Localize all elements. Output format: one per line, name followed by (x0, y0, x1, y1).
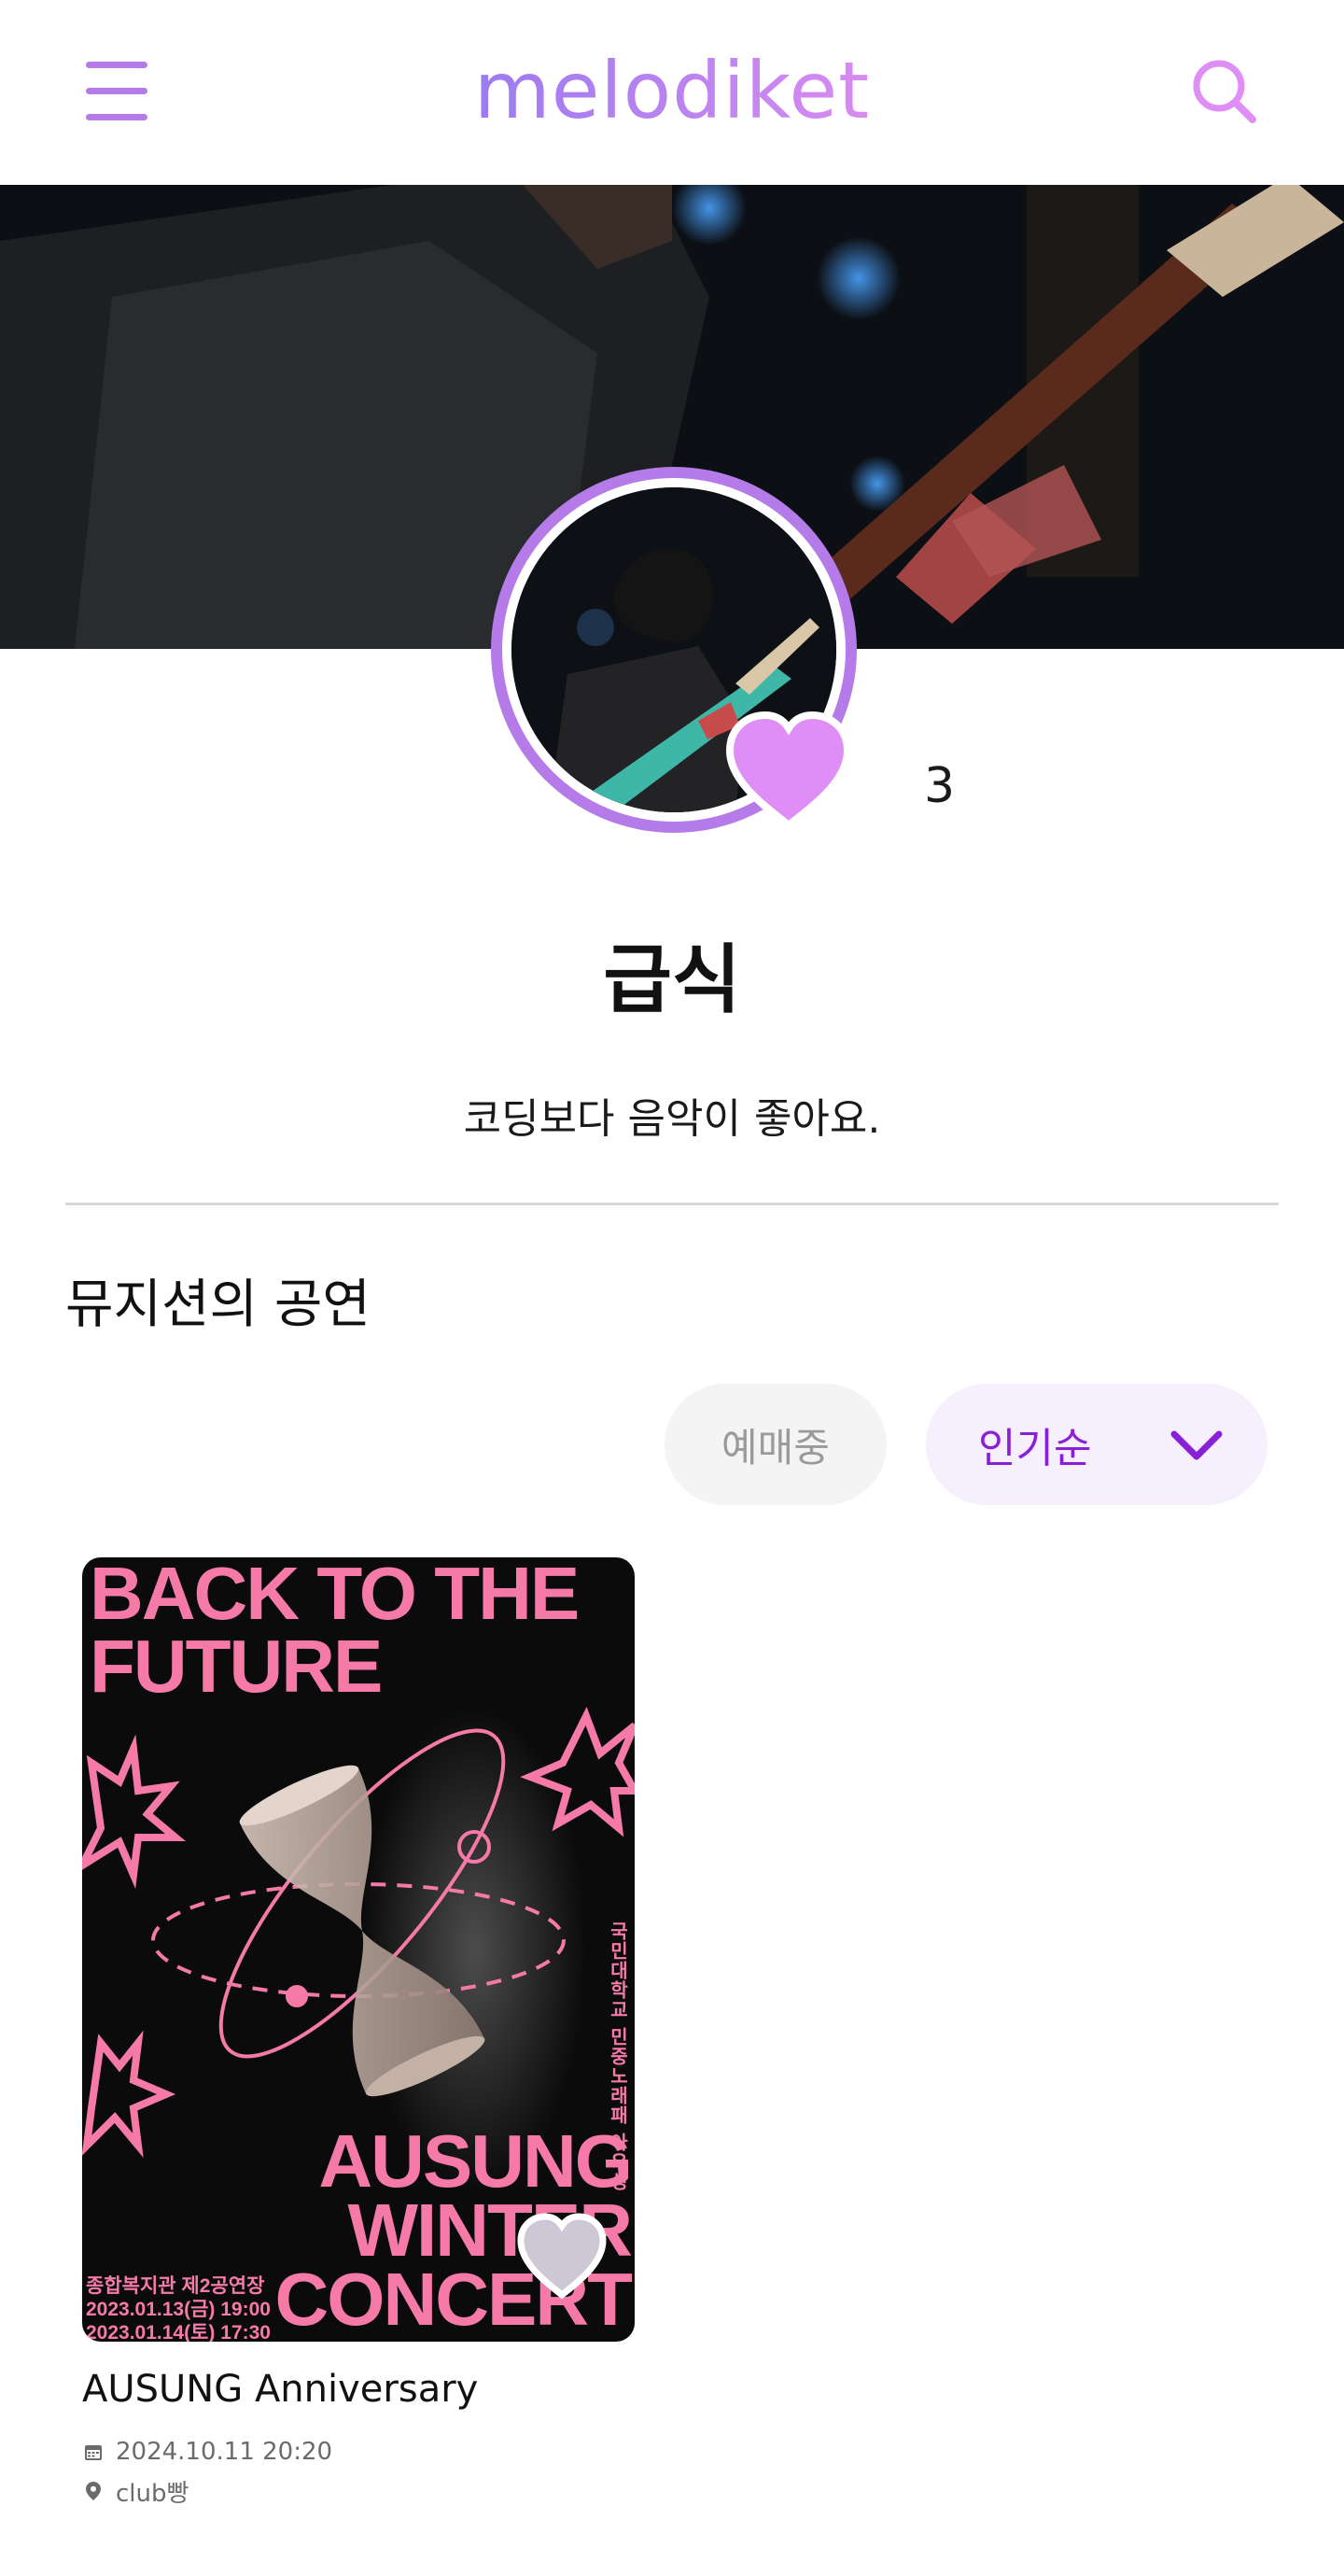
poster-info-line: 종합복지관 제2공연장 (86, 2275, 265, 2297)
divider (65, 1203, 1279, 1205)
poster-headline-line: BACK TO THE (90, 1557, 580, 1635)
artist-bio: 코딩보다 음악이 좋아요. (463, 1095, 881, 1143)
poster-concert-line: AUSUNG (318, 2119, 633, 2203)
sort-dropdown[interactable]: 인기순 (926, 1384, 1267, 1505)
poster-headline-line: FUTURE (90, 1625, 383, 1708)
search-icon[interactable] (1187, 54, 1262, 129)
status-filter-label: 예매중 (721, 1424, 830, 1471)
concert-venue-text: club빵 (116, 2479, 189, 2508)
concert-title[interactable]: AUSUNG Anniversary (82, 2368, 635, 2411)
app-header: melodiket (0, 0, 1344, 185)
section-title: 뮤지션의 공연 (65, 1274, 371, 1335)
like-count: 3 (924, 758, 956, 814)
poster-info-line: 2023.01.14(토) 17:30 (86, 2322, 271, 2342)
chevron-down-icon (1170, 1430, 1223, 1460)
sort-dropdown-label: 인기순 (978, 1425, 1092, 1472)
concert-poster[interactable]: BACK TO THE FUTURE 국민대학교 민중노래패 아우성 AUSUN… (82, 1557, 635, 2342)
status-filter-button[interactable]: 예매중 (665, 1384, 887, 1505)
poster-info-line: 2023.01.13(금) 19:00 (86, 2299, 271, 2320)
artist-name: 급식 (603, 936, 741, 1023)
location-pin-icon (86, 2482, 101, 2500)
poster-headline: BACK TO THE FUTURE (90, 1557, 580, 1708)
concert-datetime: 2024.10.11 20:20 (82, 2435, 635, 2469)
calendar-icon (85, 2445, 102, 2460)
concert-datetime-text: 2024.10.11 20:20 (116, 2438, 333, 2466)
concert-venue: club빵 (82, 2474, 635, 2508)
app-logo[interactable]: melodiket (0, 39, 1344, 142)
concert-card[interactable]: BACK TO THE FUTURE 국민대학교 민중노래패 아우성 AUSUN… (82, 1557, 635, 2508)
like-heart-icon[interactable] (722, 710, 855, 831)
favorite-heart-icon[interactable] (513, 2211, 610, 2301)
poster-info: 종합복지관 제2공연장 2023.01.13(금) 19:00 2023.01.… (86, 2274, 271, 2342)
